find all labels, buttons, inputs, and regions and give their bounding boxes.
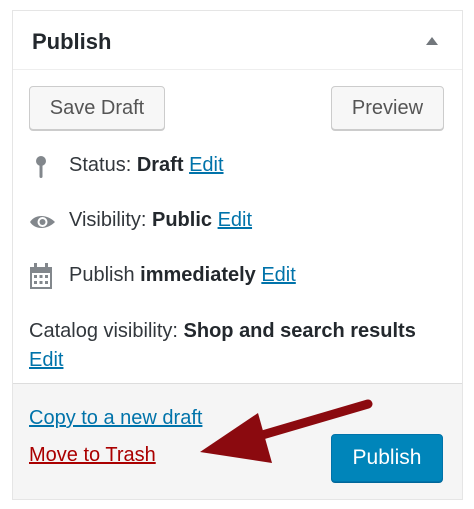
schedule-value: immediately: [140, 264, 256, 286]
collapse-arrow-icon[interactable]: [426, 37, 438, 45]
preview-button[interactable]: Preview: [331, 86, 444, 130]
schedule-edit-link[interactable]: Edit: [261, 264, 295, 286]
eye-icon: [30, 216, 55, 228]
catalog-label: Catalog visibility:: [29, 320, 178, 342]
metabox-header[interactable]: Publish: [13, 11, 462, 70]
calendar-icon: [30, 263, 52, 289]
save-draft-button[interactable]: Save Draft: [29, 86, 165, 130]
major-publishing-actions: Copy to a new draft Move to Trash Publis…: [13, 383, 462, 499]
catalog-value: Shop and search results: [183, 320, 416, 342]
visibility-edit-link[interactable]: Edit: [218, 209, 252, 231]
visibility-value: Public: [152, 209, 213, 231]
visibility-label: Visibility:: [69, 209, 147, 231]
status-value: Draft: [136, 154, 184, 176]
catalog-edit-link[interactable]: Edit: [29, 349, 63, 371]
pin-icon: [36, 156, 46, 178]
copy-to-draft-link[interactable]: Copy to a new draft: [29, 407, 202, 430]
schedule-label: Publish: [69, 264, 135, 286]
move-to-trash-link[interactable]: Move to Trash: [29, 444, 156, 467]
publish-metabox: Publish Save Draft Preview Status: Draft…: [12, 10, 463, 500]
status-edit-link[interactable]: Edit: [189, 154, 223, 176]
catalog-visibility: Catalog visibility: Shop and search resu…: [29, 317, 449, 375]
publish-button[interactable]: Publish: [331, 434, 443, 482]
status-label: Status:: [69, 154, 132, 176]
metabox-title: Publish: [32, 29, 112, 54]
